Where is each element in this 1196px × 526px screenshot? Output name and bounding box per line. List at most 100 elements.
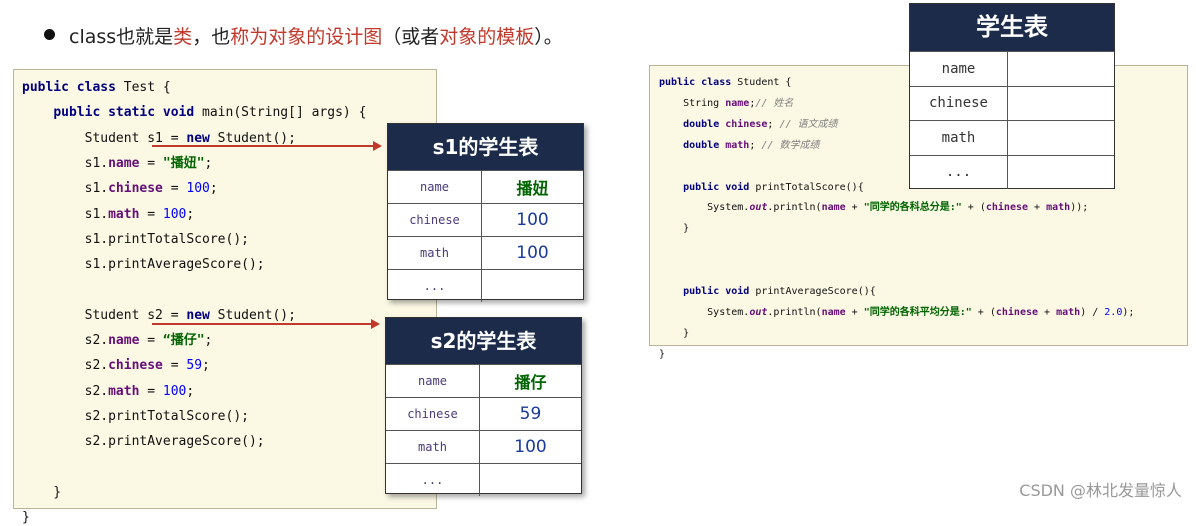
code-token: + — [845, 306, 864, 318]
heading-part: ，也 — [192, 26, 231, 48]
code-token: // 语文成绩 — [779, 118, 838, 130]
table-row: chinese 100 — [388, 203, 583, 236]
code-line: s2.printTotalScore(); — [22, 409, 249, 425]
field-name-cell: name — [910, 52, 1008, 86]
code-token: name — [821, 202, 846, 214]
code-line: public class Test { — [22, 80, 171, 96]
code-token: "同学的各科总分是:" — [863, 202, 962, 214]
code-token: ; — [749, 139, 762, 151]
field-name-cell: chinese — [386, 398, 480, 430]
code-line: s1.printTotalScore(); — [22, 232, 249, 248]
code-token: s1. — [22, 206, 109, 222]
code-token: s1. — [22, 155, 109, 171]
code-line: s1.printAverageScore(); — [22, 257, 265, 273]
code-token: 100 — [186, 181, 210, 197]
code-token: "同学的各科平均分是:" — [863, 306, 972, 318]
code-token: // 姓名 — [755, 97, 794, 109]
code-token: 59 — [186, 358, 203, 374]
code-token: chinese — [995, 306, 1039, 318]
code-token: double — [683, 118, 720, 130]
code-token: public class — [22, 80, 116, 95]
code-token: s1.printAverageScore(); — [22, 257, 265, 273]
code-token: = — [162, 181, 187, 197]
field-name-cell: ... — [388, 270, 482, 302]
code-token: ; — [204, 155, 213, 171]
code-token: = — [139, 155, 163, 171]
code-token: ; — [186, 206, 195, 222]
code-line: s2.chinese = 59; — [22, 358, 210, 374]
field-value-cell: 100 — [516, 243, 549, 263]
heading-part: 类 — [173, 26, 193, 48]
code-token: ; — [186, 383, 195, 399]
code-token: 2.0 — [1104, 306, 1123, 318]
field-name-cell: name — [388, 171, 482, 203]
field-value-cell — [1008, 121, 1114, 155]
field-name-cell: math — [388, 237, 482, 269]
code-token: + — [1038, 306, 1057, 318]
code-token: ; — [209, 181, 218, 197]
code-token: System. — [659, 202, 750, 214]
code-line: s1.name = "播妞"; — [22, 155, 213, 172]
code-token: ; — [767, 118, 780, 130]
heading-part: 对象的模板 — [439, 26, 535, 48]
table-row: ... — [910, 154, 1114, 190]
field-name-cell: ... — [910, 155, 1008, 189]
code-line: public class Student { — [659, 76, 791, 89]
table-title: 学生表 — [910, 4, 1114, 51]
code-token: + — [845, 202, 864, 214]
field-value-cell — [480, 464, 581, 496]
code-token: .println( — [767, 202, 822, 214]
code-token: public void — [683, 286, 750, 297]
field-value-cell — [1008, 87, 1114, 121]
table-row: ... — [386, 463, 581, 496]
code-line: } — [659, 327, 689, 340]
code-token: System. — [659, 306, 750, 318]
table-row: name — [910, 51, 1114, 86]
code-line: s2.name = “播仔"; — [22, 333, 213, 349]
code-line: System.out.println(name + "同学的各科平均分是:" +… — [659, 306, 1134, 319]
code-line: s2.printAverageScore(); — [22, 434, 265, 450]
code-token: Student(); — [209, 307, 296, 323]
code-token: name — [725, 97, 750, 109]
code-token: Student(); — [209, 130, 296, 146]
code-token: = — [139, 206, 163, 222]
code-token: // 数学成绩 — [761, 139, 820, 151]
code-token: chinese — [985, 202, 1029, 214]
table-row: chinese — [910, 85, 1114, 121]
field-name-cell: math — [386, 431, 480, 463]
code-token: math — [1046, 202, 1071, 214]
code-token: + — [1028, 202, 1047, 214]
heading-part: ）。 — [534, 26, 563, 48]
code-token: name — [821, 306, 846, 318]
field-name-cell: chinese — [910, 86, 1008, 120]
table-row: name 播妞 — [388, 170, 583, 203]
table-title: s1的学生表 — [388, 124, 583, 170]
code-line: double chinese; // 语文成绩 — [659, 118, 838, 131]
code-token: “播仔" — [162, 333, 205, 348]
field-value-cell — [1008, 156, 1114, 190]
code-token: Student s2 = — [22, 307, 187, 323]
code-token: out — [749, 202, 768, 214]
code-token: public class — [659, 77, 732, 88]
code-token: ; — [204, 333, 213, 348]
code-token: = — [162, 358, 187, 374]
code-token: s2. — [22, 383, 109, 399]
code-token: ; — [202, 358, 210, 374]
code-token: } — [659, 348, 666, 360]
code-line: public static void main(String[] args) { — [22, 105, 366, 121]
code-token: name — [108, 333, 140, 348]
code-token: = — [139, 333, 163, 348]
field-name-cell: name — [386, 365, 480, 397]
code-token: s2. — [22, 358, 109, 374]
field-value-cell: 播妞 — [516, 179, 549, 198]
code-token: chinese — [725, 118, 768, 130]
code-token: new — [186, 130, 210, 146]
code-line: System.out.println(name + "同学的各科总分是:" + … — [659, 201, 1088, 214]
code-token: + ( — [961, 202, 986, 214]
code-line: } — [22, 485, 61, 501]
code-line: } — [22, 510, 30, 526]
code-token: .println( — [767, 306, 822, 318]
code-line: } — [659, 348, 665, 361]
